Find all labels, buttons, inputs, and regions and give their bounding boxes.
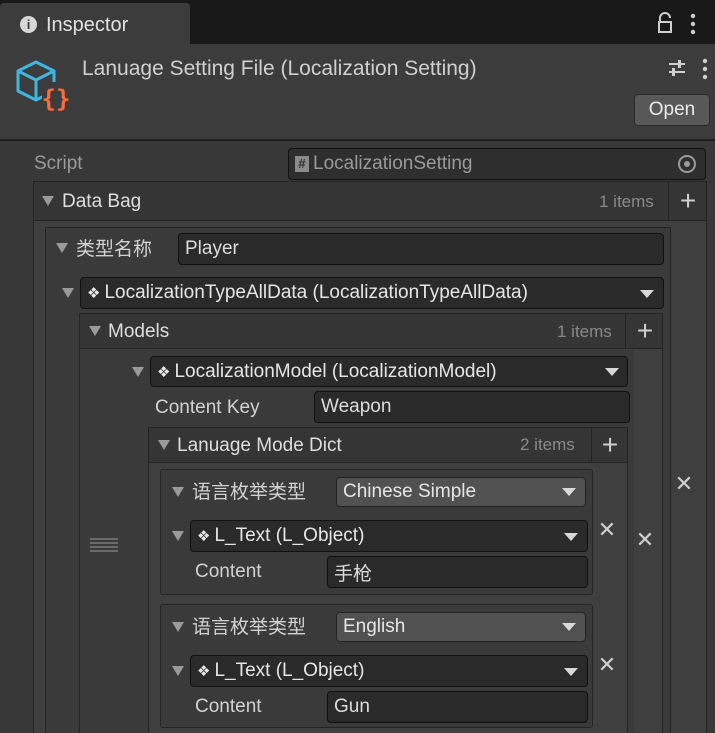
- preset-sliders-icon[interactable]: [667, 58, 687, 78]
- header-kebab-icon[interactable]: [700, 58, 710, 80]
- script-file-icon: #: [295, 156, 309, 172]
- serialized-class-icon: ❖: [87, 285, 101, 302]
- content-input[interactable]: 手枪: [327, 556, 588, 588]
- foldout-arrow-icon[interactable]: [172, 531, 184, 541]
- add-icon[interactable]: +: [672, 182, 704, 220]
- language-enum-dropdown[interactable]: Chinese Simple: [336, 477, 586, 507]
- text-object-label: L_Text (L_Object): [214, 525, 365, 546]
- content-key-input[interactable]: Weapon: [314, 391, 630, 423]
- drag-handle-icon[interactable]: [90, 537, 118, 553]
- content-key-label: Content Key: [155, 397, 260, 418]
- svg-text:{}: {}: [42, 85, 70, 112]
- foldout-arrow-icon[interactable]: [172, 666, 184, 676]
- object-picker-icon[interactable]: [678, 155, 696, 173]
- chevron-down-icon[interactable]: [605, 368, 619, 376]
- content-label: Content: [195, 696, 262, 717]
- serialized-class-icon: ❖: [197, 663, 211, 680]
- text-object-dropdown[interactable]: ❖ L_Text (L_Object): [190, 655, 588, 687]
- language-enum-label: 语言枚举类型: [192, 617, 307, 638]
- open-button[interactable]: Open: [634, 94, 710, 126]
- foldout-arrow-icon[interactable]: [89, 326, 101, 336]
- foldout-arrow-icon[interactable]: [42, 196, 54, 206]
- tab-title: Inspector: [46, 14, 129, 36]
- data-bag-count: 1 items: [599, 192, 654, 211]
- chevron-down-icon[interactable]: [564, 533, 578, 541]
- remove-model-icon[interactable]: ✕: [633, 527, 657, 552]
- type-name-label: 类型名称: [76, 239, 153, 260]
- foldout-arrow-icon[interactable]: [158, 440, 170, 450]
- content-label: Content: [195, 561, 262, 582]
- type-name-input[interactable]: Player: [178, 233, 664, 265]
- script-label: Script: [34, 153, 83, 174]
- data-bag-label: Data Bag: [62, 191, 142, 212]
- script-field[interactable]: # LocalizationSetting: [288, 148, 706, 180]
- chevron-down-icon[interactable]: [640, 290, 654, 298]
- foldout-arrow-icon[interactable]: [56, 243, 68, 253]
- script-value: LocalizationSetting: [313, 153, 473, 174]
- kebab-menu-icon[interactable]: [688, 13, 698, 35]
- content-input[interactable]: Gun: [327, 691, 588, 723]
- serialized-class-icon: ❖: [157, 363, 171, 381]
- localization-model-dropdown[interactable]: ❖ LocalizationModel (LocalizationModel): [150, 356, 628, 387]
- object-title: Lanuage Setting File (Localization Setti…: [82, 57, 477, 80]
- text-object-dropdown[interactable]: ❖ L_Text (L_Object): [190, 520, 588, 552]
- chevron-down-icon[interactable]: [564, 668, 578, 676]
- foldout-arrow-icon[interactable]: [132, 367, 144, 377]
- models-label: Models: [108, 321, 170, 342]
- remove-element-icon[interactable]: ✕: [672, 471, 696, 496]
- type-all-data-label: LocalizationTypeAllData (LocalizationTyp…: [104, 282, 528, 303]
- chevron-down-icon[interactable]: [562, 488, 576, 496]
- mode-dict-count: 2 items: [520, 435, 575, 454]
- models-count: 1 items: [557, 322, 612, 341]
- add-icon[interactable]: +: [628, 313, 662, 349]
- language-enum-label: 语言枚举类型: [192, 482, 307, 503]
- remove-icon[interactable]: ✕: [596, 652, 618, 677]
- foldout-arrow-icon[interactable]: [62, 288, 74, 298]
- remove-icon[interactable]: ✕: [596, 517, 618, 542]
- foldout-arrow-icon[interactable]: [172, 487, 184, 497]
- tab-inspector[interactable]: i Inspector: [0, 3, 190, 45]
- language-enum-dropdown[interactable]: English: [336, 612, 586, 642]
- lock-icon[interactable]: [656, 12, 674, 34]
- localization-model-label: LocalizationModel (LocalizationModel): [174, 360, 497, 382]
- mode-dict-label: Lanuage Mode Dict: [177, 435, 342, 456]
- foldout-arrow-icon[interactable]: [172, 622, 184, 632]
- serialized-class-icon: ❖: [197, 528, 211, 545]
- chevron-down-icon[interactable]: [562, 623, 576, 631]
- text-object-label: L_Text (L_Object): [214, 660, 365, 681]
- json-asset-icon: {}: [16, 58, 70, 113]
- add-icon[interactable]: +: [593, 427, 627, 463]
- type-all-data-dropdown[interactable]: ❖ LocalizationTypeAllData (LocalizationT…: [80, 277, 664, 309]
- info-icon: i: [20, 16, 37, 33]
